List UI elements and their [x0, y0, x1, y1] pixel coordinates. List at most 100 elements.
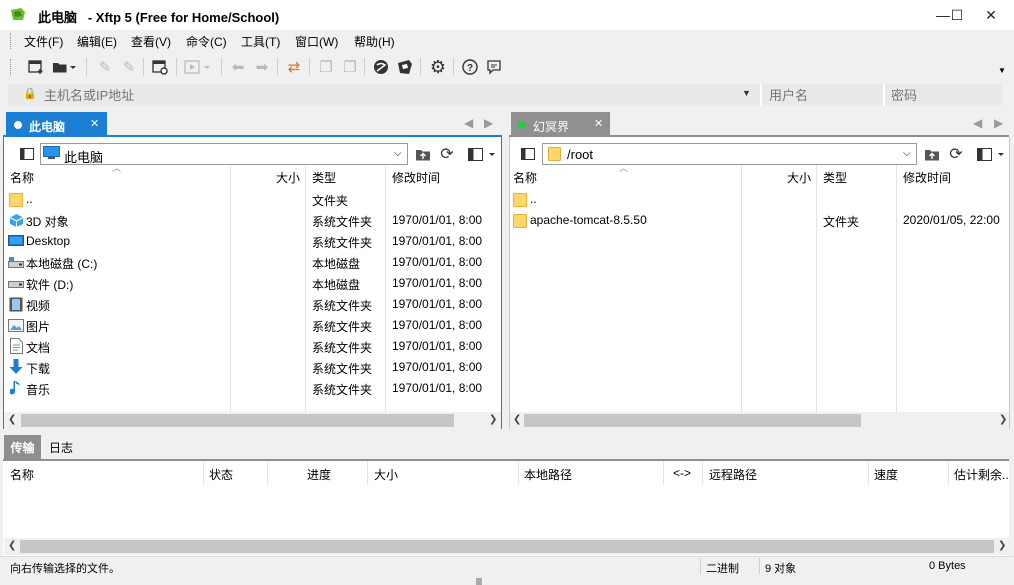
- col-name[interactable]: 名称: [513, 169, 537, 186]
- file-name[interactable]: ..: [530, 192, 537, 206]
- view-mode-icon[interactable]: [466, 144, 500, 164]
- path-dropdown-icon[interactable]: ⌵: [903, 148, 911, 159]
- tab-remote-label: 幻冥界: [533, 120, 570, 134]
- password-input[interactable]: [885, 84, 1002, 106]
- refresh-icon[interactable]: ⟳: [437, 144, 457, 164]
- col-size[interactable]: 大小: [787, 169, 811, 186]
- file-name[interactable]: 下载: [26, 360, 50, 377]
- resize-handle[interactable]: [476, 578, 482, 585]
- scroll-right-icon[interactable]: ❯: [999, 414, 1007, 425]
- xftp-brand-icon[interactable]: [394, 56, 416, 78]
- paste-icon: ❐: [343, 59, 357, 76]
- menu-tools[interactable]: 工具(T): [241, 33, 280, 50]
- help-icon[interactable]: ?: [459, 56, 481, 78]
- host-input[interactable]: [36, 84, 756, 106]
- tcol-progress[interactable]: 进度: [307, 466, 331, 483]
- col-modified[interactable]: 修改时间: [392, 169, 440, 186]
- session-properties-icon[interactable]: [149, 56, 171, 78]
- path-dropdown-icon[interactable]: ⌵: [394, 148, 402, 159]
- file-type: 文件夹: [823, 215, 860, 229]
- feedback-chat-icon[interactable]: [483, 56, 505, 78]
- toolbar-separator: [420, 58, 421, 76]
- menu-file[interactable]: 文件(F): [24, 33, 63, 50]
- menu-window[interactable]: 窗口(W): [295, 33, 338, 50]
- column-divider: [663, 461, 664, 485]
- settings-gear-icon[interactable]: ⚙: [427, 56, 449, 78]
- file-name[interactable]: ..: [26, 192, 33, 206]
- tab-prev-icon[interactable]: ◀: [464, 116, 473, 130]
- tab-next-icon[interactable]: ▶: [484, 116, 493, 130]
- scroll-right-icon[interactable]: ❯: [998, 540, 1006, 551]
- tcol-name[interactable]: 名称: [10, 466, 34, 483]
- file-name[interactable]: 本地磁盘 (C:): [26, 255, 97, 272]
- tcol-size[interactable]: 大小: [374, 466, 398, 483]
- file-name[interactable]: 图片: [26, 318, 50, 335]
- scroll-right-icon[interactable]: ❯: [489, 414, 497, 425]
- folder-icon: [513, 193, 527, 207]
- scrollbar-thumb[interactable]: [21, 414, 454, 427]
- tcol-eta[interactable]: 估计剩余...: [954, 466, 1009, 483]
- menu-edit[interactable]: 编辑(E): [77, 33, 117, 50]
- tab-prev-icon[interactable]: ◀: [973, 116, 982, 130]
- tcol-direction[interactable]: <->: [673, 466, 691, 480]
- scroll-left-icon[interactable]: ❮: [8, 540, 16, 551]
- col-name[interactable]: 名称: [10, 169, 34, 186]
- tcol-speed[interactable]: 速度: [874, 466, 898, 483]
- file-name[interactable]: 文档: [26, 339, 50, 356]
- tcol-local-path[interactable]: 本地路径: [524, 466, 572, 483]
- copy-icon: ❐: [319, 59, 333, 76]
- remote-path-combo[interactable]: [542, 143, 917, 165]
- username-input[interactable]: [763, 84, 883, 106]
- file-name[interactable]: 3D 对象: [26, 213, 69, 230]
- scroll-left-icon[interactable]: ❮: [8, 414, 16, 425]
- parent-folder-icon[interactable]: [922, 144, 942, 164]
- host-dropdown-icon[interactable]: ▼: [742, 88, 751, 98]
- cube-3d-icon: [9, 214, 24, 227]
- tcol-status[interactable]: 状态: [209, 466, 233, 483]
- col-type[interactable]: 类型: [312, 169, 336, 186]
- file-type: 系统文件夹: [312, 362, 373, 376]
- column-divider: [267, 461, 268, 485]
- file-type: 系统文件夹: [312, 236, 373, 250]
- status-size: 0 Bytes: [929, 560, 966, 572]
- scrollbar-thumb[interactable]: [524, 414, 861, 427]
- menu-view[interactable]: 查看(V): [131, 33, 171, 50]
- menu-help[interactable]: 帮助(H): [354, 33, 395, 50]
- tab-close-icon[interactable]: ✕: [90, 117, 99, 130]
- col-modified[interactable]: 修改时间: [903, 169, 951, 186]
- refresh-icon[interactable]: ⟳: [946, 144, 966, 164]
- col-size[interactable]: 大小: [276, 169, 300, 186]
- file-modified: 1970/01/01, 8:00: [392, 360, 483, 374]
- close-button[interactable]: ✕: [968, 0, 1014, 30]
- play-dropdown-icon: [182, 56, 216, 78]
- tab-log[interactable]: 日志: [44, 435, 78, 459]
- file-name[interactable]: 音乐: [26, 381, 50, 398]
- file-name[interactable]: 视频: [26, 297, 50, 314]
- tab-next-icon[interactable]: ▶: [994, 116, 1003, 130]
- file-name[interactable]: 软件 (D:): [26, 276, 73, 293]
- view-mode-icon[interactable]: [975, 144, 1009, 164]
- tcol-remote-path[interactable]: 远程路径: [709, 466, 757, 483]
- new-session-icon[interactable]: [25, 56, 47, 78]
- tree-toggle-icon[interactable]: [518, 144, 538, 164]
- toolbar-overflow-icon[interactable]: ▼: [998, 66, 1006, 75]
- sync-transfer-icon[interactable]: ⇄: [283, 56, 305, 78]
- status-bar: [0, 556, 1014, 578]
- tab-close-icon[interactable]: ✕: [594, 117, 603, 130]
- drive-icon: [8, 281, 24, 288]
- scroll-left-icon[interactable]: ❮: [513, 414, 521, 425]
- menu-command[interactable]: 命令(C): [186, 33, 227, 50]
- lock-icon: 🔒: [23, 88, 37, 100]
- tab-transfer[interactable]: 传输: [4, 435, 41, 459]
- file-name[interactable]: apache-tomcat-8.5.50: [530, 213, 647, 227]
- open-folder-icon[interactable]: [50, 56, 78, 78]
- tree-toggle-icon[interactable]: [17, 144, 37, 164]
- maximize-button[interactable]: ☐: [946, 0, 968, 30]
- connect-icon: ✎: [98, 59, 112, 76]
- file-name[interactable]: Desktop: [26, 234, 70, 248]
- status-mode: 二进制: [706, 563, 739, 575]
- xshell-icon[interactable]: [370, 56, 392, 78]
- col-type[interactable]: 类型: [823, 169, 847, 186]
- scrollbar-thumb[interactable]: [20, 540, 994, 553]
- parent-folder-icon[interactable]: [413, 144, 433, 164]
